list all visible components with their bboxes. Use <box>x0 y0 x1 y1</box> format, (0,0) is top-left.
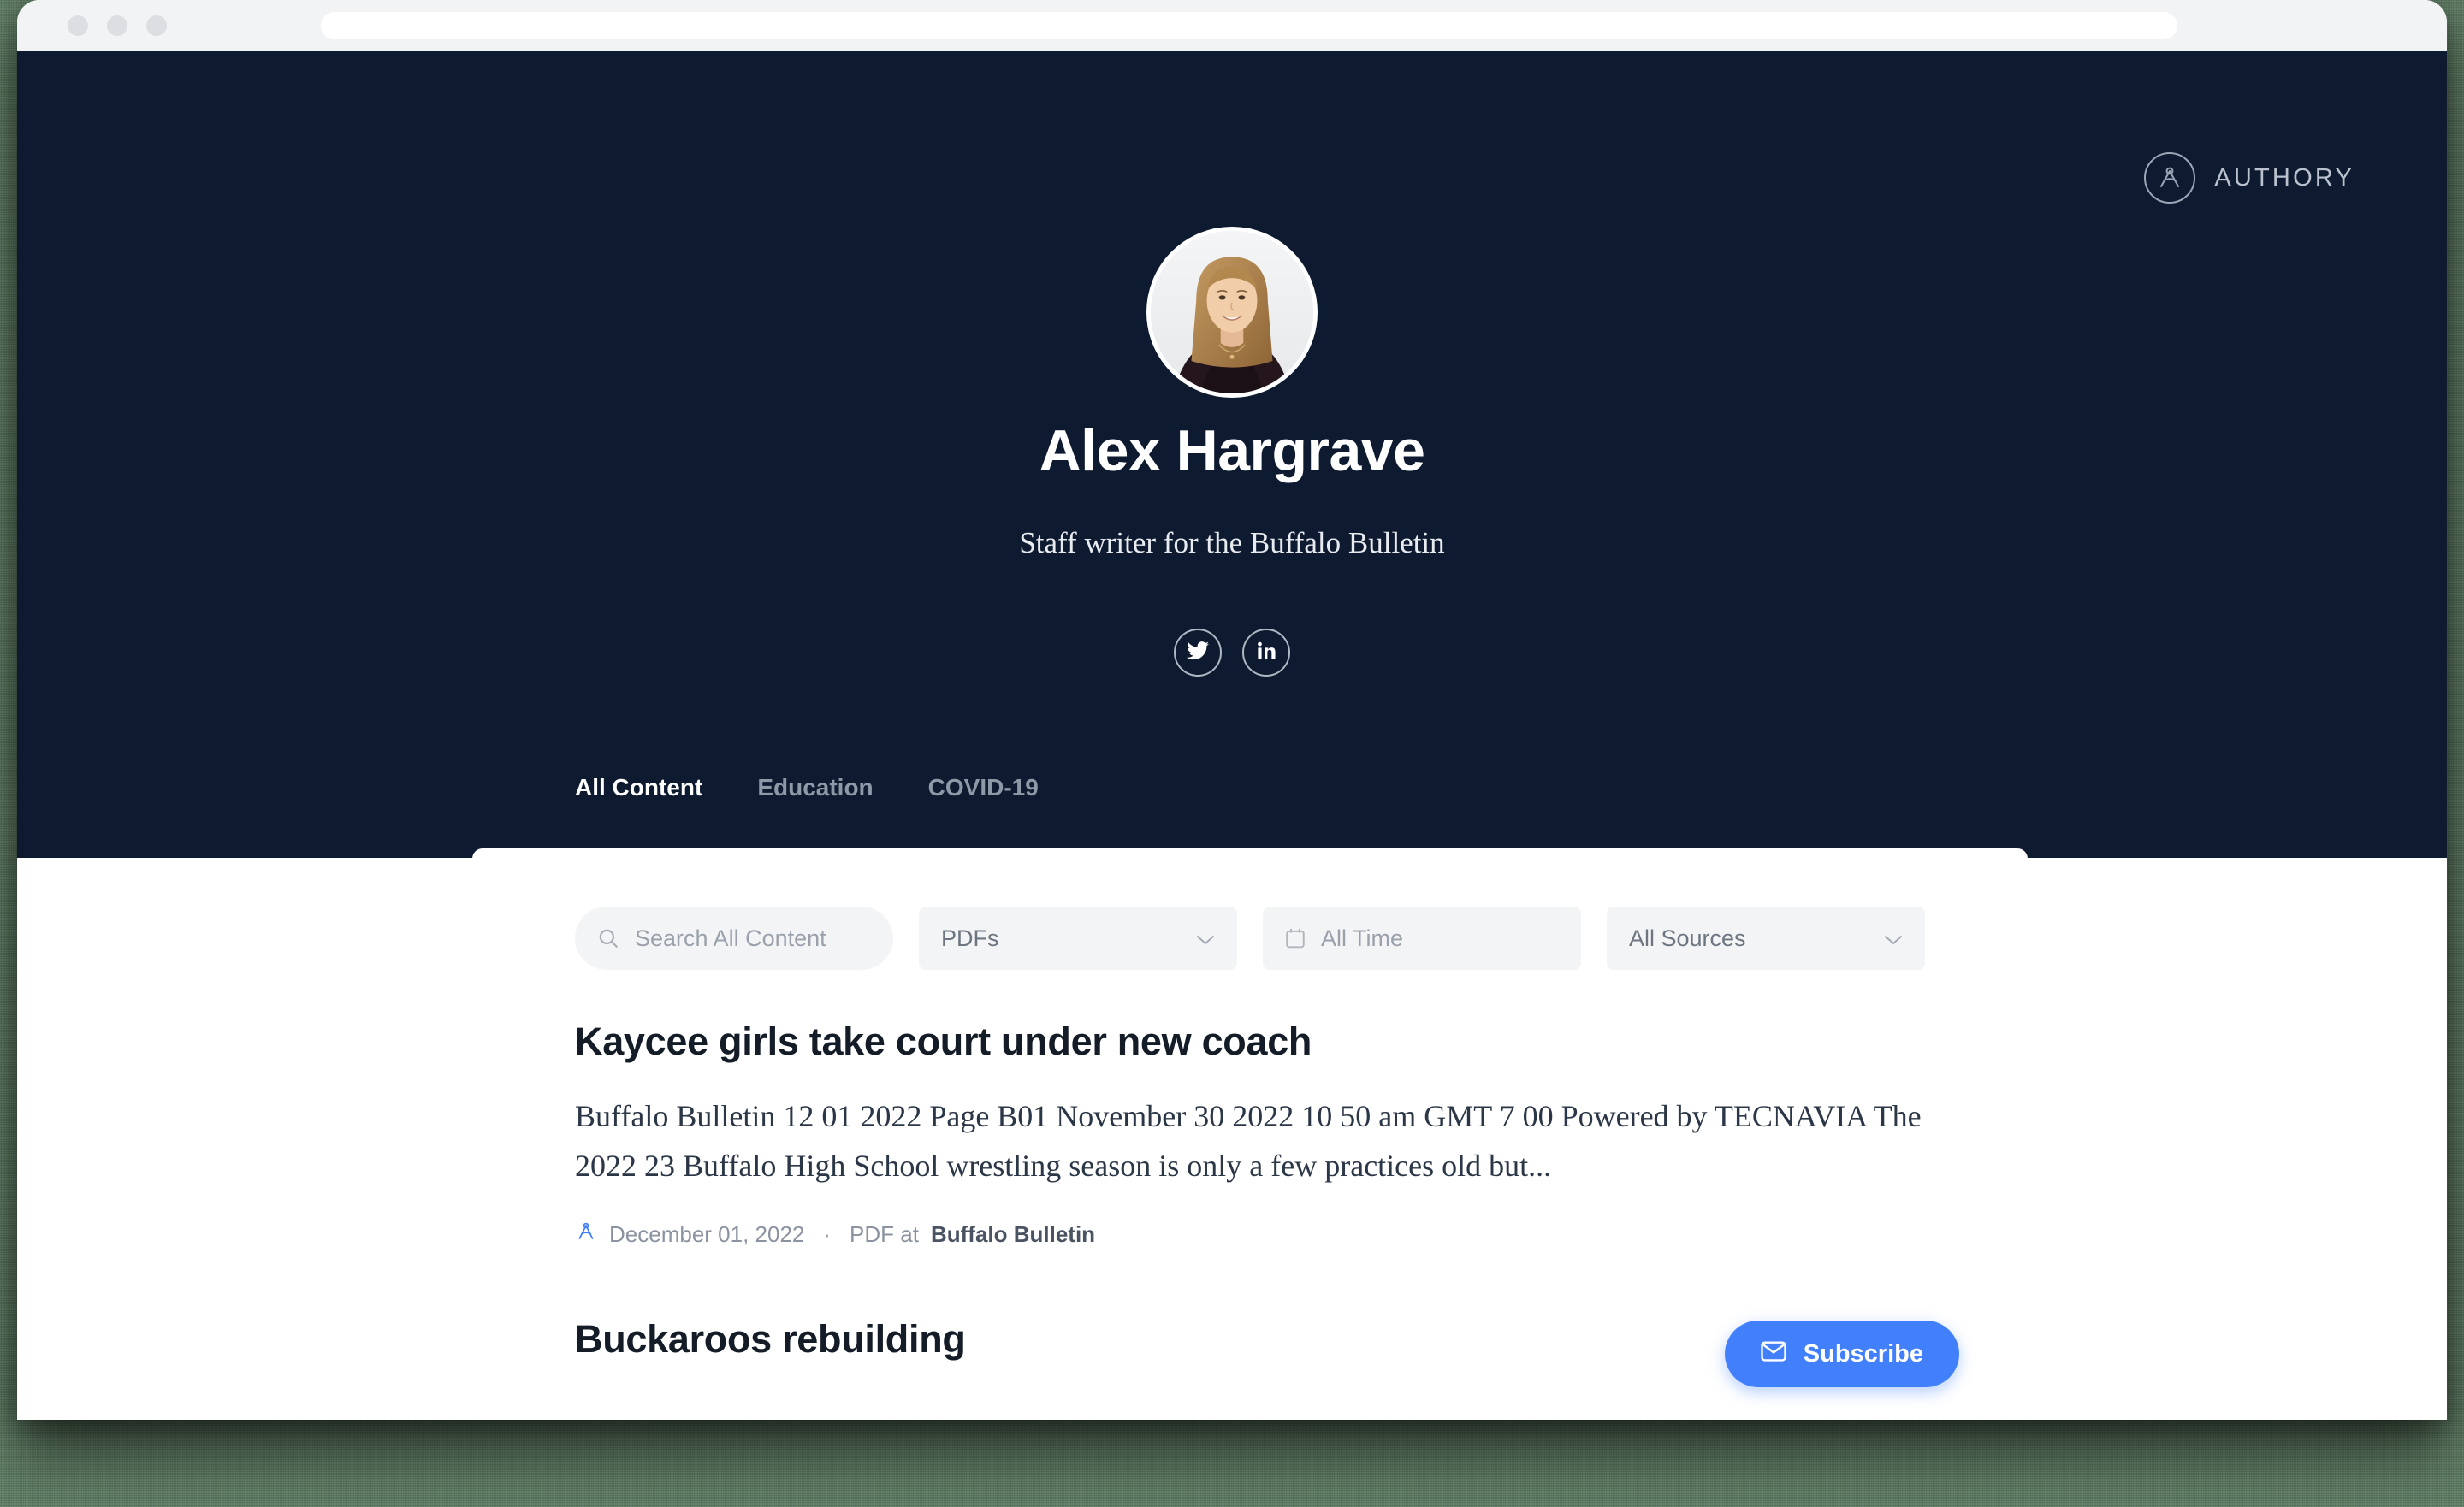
subscribe-label: Subscribe <box>1803 1339 1923 1368</box>
article-description: Buffalo Bulletin 12 01 2022 Page B01 Nov… <box>575 1099 1922 1184</box>
linkedin-link[interactable] <box>1242 629 1290 677</box>
article-title[interactable]: Kaycee girls take court under new coach <box>575 1019 1961 1064</box>
tab-all-content[interactable]: All Content <box>575 774 703 854</box>
twitter-link[interactable] <box>1174 629 1222 677</box>
address-bar[interactable] <box>321 12 2177 39</box>
tab-education[interactable]: Education <box>757 774 873 854</box>
content-card: Search All Content PDFs All Time All Sou… <box>472 848 2028 1420</box>
authory-wordmark: AUTHORY <box>2214 163 2354 192</box>
chevron-down-icon <box>1884 927 1903 949</box>
page-content: AUTHORY Alex Hargrave Staff writer for t… <box>17 51 2447 1420</box>
profile-hero: AUTHORY Alex Hargrave Staff writer for t… <box>17 51 2447 858</box>
chevron-down-icon <box>1196 927 1215 949</box>
authory-a-icon <box>575 1220 597 1249</box>
profile-photo <box>1151 231 1313 393</box>
tab-label: Education <box>757 774 874 801</box>
filter-bar: Search All Content PDFs All Time All Sou… <box>575 907 1925 970</box>
subscribe-button[interactable]: Subscribe <box>1724 1321 1959 1387</box>
content-tabs: All Content Education COVID-19 <box>575 774 1039 854</box>
filter-source-dropdown[interactable]: All Sources <box>1607 907 1925 970</box>
twitter-icon <box>1187 641 1209 665</box>
filter-type-dropdown[interactable]: PDFs <box>919 907 1237 970</box>
envelope-icon <box>1761 1340 1786 1368</box>
minimize-window-button[interactable] <box>107 15 127 36</box>
authory-logo[interactable]: AUTHORY <box>2144 152 2354 204</box>
filter-type-value: PDFs <box>941 925 999 951</box>
filter-time-dropdown[interactable]: All Time <box>1263 907 1581 970</box>
filter-source-value: All Sources <box>1629 925 1746 951</box>
article-type: PDF at <box>850 1220 919 1247</box>
calendar-icon <box>1285 927 1306 949</box>
maximize-window-button[interactable] <box>146 15 167 36</box>
list-item[interactable]: Kaycee girls take court under new coach … <box>575 1019 1961 1249</box>
filter-time-value: All Time <box>1321 925 1404 951</box>
article-meta: December 01, 2022 · PDF at Buffalo Bulle… <box>575 1220 1961 1249</box>
article-date: December 01, 2022 <box>609 1220 805 1247</box>
page-title: Alex Hargrave <box>1039 418 1425 483</box>
tab-label: COVID-19 <box>927 774 1039 801</box>
social-links <box>17 629 2447 677</box>
meta-separator: · <box>823 1220 832 1247</box>
profile-tagline: Staff writer for the Buffalo Bulletin <box>1019 526 1445 559</box>
window-traffic-lights <box>68 15 167 36</box>
linkedin-icon <box>1257 641 1276 665</box>
close-window-button[interactable] <box>68 15 88 36</box>
browser-window: AUTHORY Alex Hargrave Staff writer for t… <box>17 0 2447 1420</box>
tab-covid-19[interactable]: COVID-19 <box>928 774 1039 854</box>
tab-label: All Content <box>575 774 703 801</box>
authory-compass-icon <box>2144 152 2196 204</box>
browser-chrome <box>17 0 2447 51</box>
search-icon <box>597 927 619 949</box>
article-source[interactable]: Buffalo Bulletin <box>931 1221 1095 1248</box>
search-placeholder: Search All Content <box>635 925 826 951</box>
avatar <box>1146 227 1318 398</box>
search-input[interactable]: Search All Content <box>575 907 893 970</box>
